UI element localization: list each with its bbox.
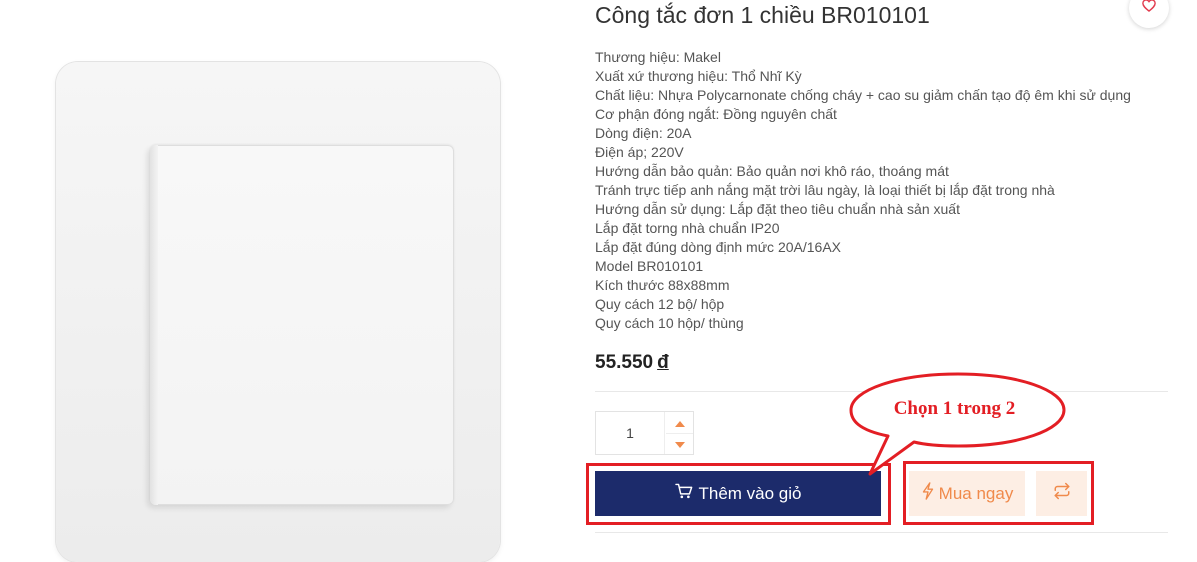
spec-item: Hướng dẫn sử dụng: Lắp đặt theo tiêu chu… <box>595 201 960 217</box>
product-price: 55.550 đ <box>595 352 669 374</box>
spec-item: Hướng dẫn bảo quản: Bảo quản nơi khô ráo… <box>595 163 949 179</box>
spec-item: Chất liệu: Nhựa Polycarnonate chống cháy… <box>595 87 1131 103</box>
product-image <box>0 0 560 562</box>
spec-item: Dòng điện: 20A <box>595 125 692 141</box>
spec-item: Lắp đặt đúng dòng định mức 20A/16AX <box>595 239 841 255</box>
spec-item: Tránh trực tiếp anh nắng mặt trời lâu ng… <box>595 182 1055 198</box>
annotation-box <box>586 463 891 525</box>
spec-item: Kích thước 88x88mm <box>595 277 730 293</box>
spec-item: Thương hiệu: Makel <box>595 49 721 65</box>
price-currency: đ <box>657 352 669 373</box>
spec-item: Xuất xứ thương hiệu: Thổ Nhĩ Kỳ <box>595 68 802 84</box>
heart-icon <box>1142 0 1156 17</box>
switch-rocker <box>150 145 454 505</box>
product-title: Công tắc đơn 1 chiều BR010101 <box>595 2 930 28</box>
callout-bubble <box>849 372 1066 476</box>
divider <box>664 412 665 454</box>
caret-up-icon <box>674 414 685 432</box>
spec-item: Điện áp; 220V <box>595 144 684 160</box>
callout-text: Chọn 1 trong 2 <box>893 398 1016 419</box>
divider <box>595 532 1168 533</box>
spec-item: Cơ phận đóng ngắt: Đồng nguyên chất <box>595 106 837 122</box>
spec-item: Quy cách 12 bộ/ hộp <box>595 296 725 312</box>
quantity-stepper <box>595 411 694 455</box>
product-specs: Thương hiệu: Makel Xuất xứ thương hiệu: … <box>595 48 1131 333</box>
wishlist-button[interactable] <box>1129 0 1169 28</box>
spec-item: Model BR010101 <box>595 258 704 274</box>
quantity-decrease-button[interactable] <box>666 433 693 454</box>
switch-rocker-edge <box>150 145 158 505</box>
price-value: 55.550 <box>595 352 654 373</box>
quantity-input[interactable] <box>596 412 664 454</box>
caret-down-icon <box>674 435 685 453</box>
spec-item: Quy cách 10 hộp/ thùng <box>595 315 744 331</box>
quantity-increase-button[interactable] <box>666 412 693 434</box>
spec-item: Lắp đặt torng nhà chuẩn IP20 <box>595 220 780 236</box>
